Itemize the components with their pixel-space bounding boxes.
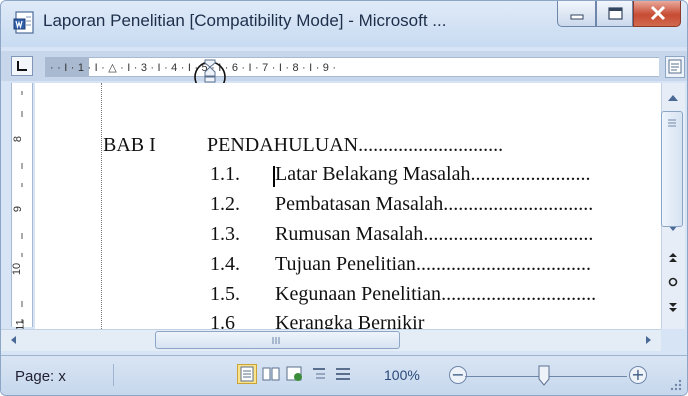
select-browse-object-icon (668, 277, 678, 287)
minus-icon: − (451, 365, 465, 384)
chapter-label: BAB I (103, 134, 156, 156)
minimize-button[interactable] (557, 1, 596, 27)
ruler-toggle-icon (668, 59, 682, 74)
toc-entry-text: Kerangka Bernikir (275, 312, 425, 329)
toc-entry: Tujuan Penelitian.......................… (275, 253, 591, 276)
chapter-title-text: PENDAHULUAN (207, 134, 359, 156)
toc-entry: Pembatasan Masalah......................… (275, 193, 593, 216)
item-number: 1.5. (210, 283, 240, 305)
scroll-right-icon (646, 336, 651, 344)
toc-leader: ............................... (441, 283, 597, 305)
scroll-up-icon (668, 95, 678, 101)
scroll-left-icon (11, 336, 16, 344)
draft-button[interactable] (333, 364, 353, 384)
toc-leader: .............................. (443, 193, 594, 215)
toc-entry-text: Kegunaan Penelitian (275, 283, 442, 305)
toc-entry: Latar Belakang Masalah..................… (275, 163, 590, 186)
next-page-icon (669, 303, 677, 312)
document-canvas[interactable]: BAB I PENDAHULUAN.......................… (35, 83, 661, 329)
vruler-label-9: 9 (12, 205, 25, 213)
view-ruler-button[interactable] (665, 56, 685, 78)
window-title: Laporan Penelitian [Compatibility Mode] … (43, 11, 447, 30)
toc-leader: .................................. (423, 223, 594, 245)
grip-icon (668, 119, 676, 127)
toc-entry-text: Tujuan Penelitian (275, 253, 416, 275)
outline-icon (313, 368, 325, 379)
chapter-title: PENDAHULUAN............................. (207, 134, 503, 157)
previous-page-icon (669, 253, 677, 262)
vruler-label-8: 8 (12, 135, 25, 143)
vruler-label-10: 10 (11, 262, 24, 276)
tab-stop-selector[interactable] (11, 56, 33, 76)
toc-entry: Rumusan Masalah.........................… (275, 223, 593, 246)
toc-entry: Kerangka Bernikir (275, 312, 424, 329)
item-number: 1.2. (210, 193, 240, 215)
plus-icon: + (631, 365, 645, 384)
chapter-leader: ............................. (358, 134, 504, 156)
grip-icon (272, 337, 280, 344)
outline-button[interactable] (309, 364, 329, 384)
status-bar: Page: x 100% − + (1, 355, 687, 395)
vertical-scroll-thumb[interactable] (661, 111, 683, 227)
toc-entry-text: Pembatasan Masalah (275, 193, 444, 215)
item-number: 1.4. (210, 253, 240, 275)
web-layout-icon (286, 366, 302, 381)
left-tab-icon (17, 61, 27, 71)
item-number: 1.3. (210, 223, 240, 245)
zoom-level[interactable]: 100% (384, 367, 420, 383)
web-layout-button[interactable] (285, 364, 305, 384)
word-document-icon[interactable] (13, 11, 35, 35)
zoom-in-button[interactable]: + (629, 366, 647, 384)
close-icon (650, 5, 666, 21)
item-number: 1.6 (210, 312, 235, 329)
zoom-slider-thumb[interactable] (538, 365, 550, 387)
page-indicator[interactable]: Page: x (15, 368, 66, 385)
toc-leader: ........................ (470, 163, 591, 185)
status-separator (113, 364, 114, 386)
word-window: Laporan Penelitian [Compatibility Mode] … (0, 0, 688, 396)
print-layout-button[interactable] (237, 364, 257, 384)
toc-entry: Kegunaan Penelitian.....................… (275, 283, 596, 306)
maximize-icon (608, 7, 623, 20)
text-boundary (101, 83, 102, 329)
title-bar: Laporan Penelitian [Compatibility Mode] … (1, 1, 687, 47)
full-screen-reading-button[interactable] (261, 364, 281, 384)
full-screen-reading-icon (262, 367, 280, 381)
resize-grip-icon[interactable] (669, 378, 683, 392)
zoom-out-button[interactable]: − (449, 366, 467, 384)
maximize-button[interactable] (596, 1, 633, 27)
print-layout-icon (240, 366, 254, 382)
toc-entry-text: Latar Belakang Masalah (275, 163, 471, 185)
draft-icon (336, 368, 350, 380)
close-button[interactable] (633, 1, 681, 27)
toc-leader: ................................... (415, 253, 591, 275)
toc-entry-text: Rumusan Masalah (275, 223, 424, 245)
minimize-icon (570, 14, 584, 20)
item-number: 1.1. (210, 163, 240, 185)
text-cursor (273, 166, 275, 187)
horizontal-scroll-thumb[interactable] (155, 331, 400, 349)
